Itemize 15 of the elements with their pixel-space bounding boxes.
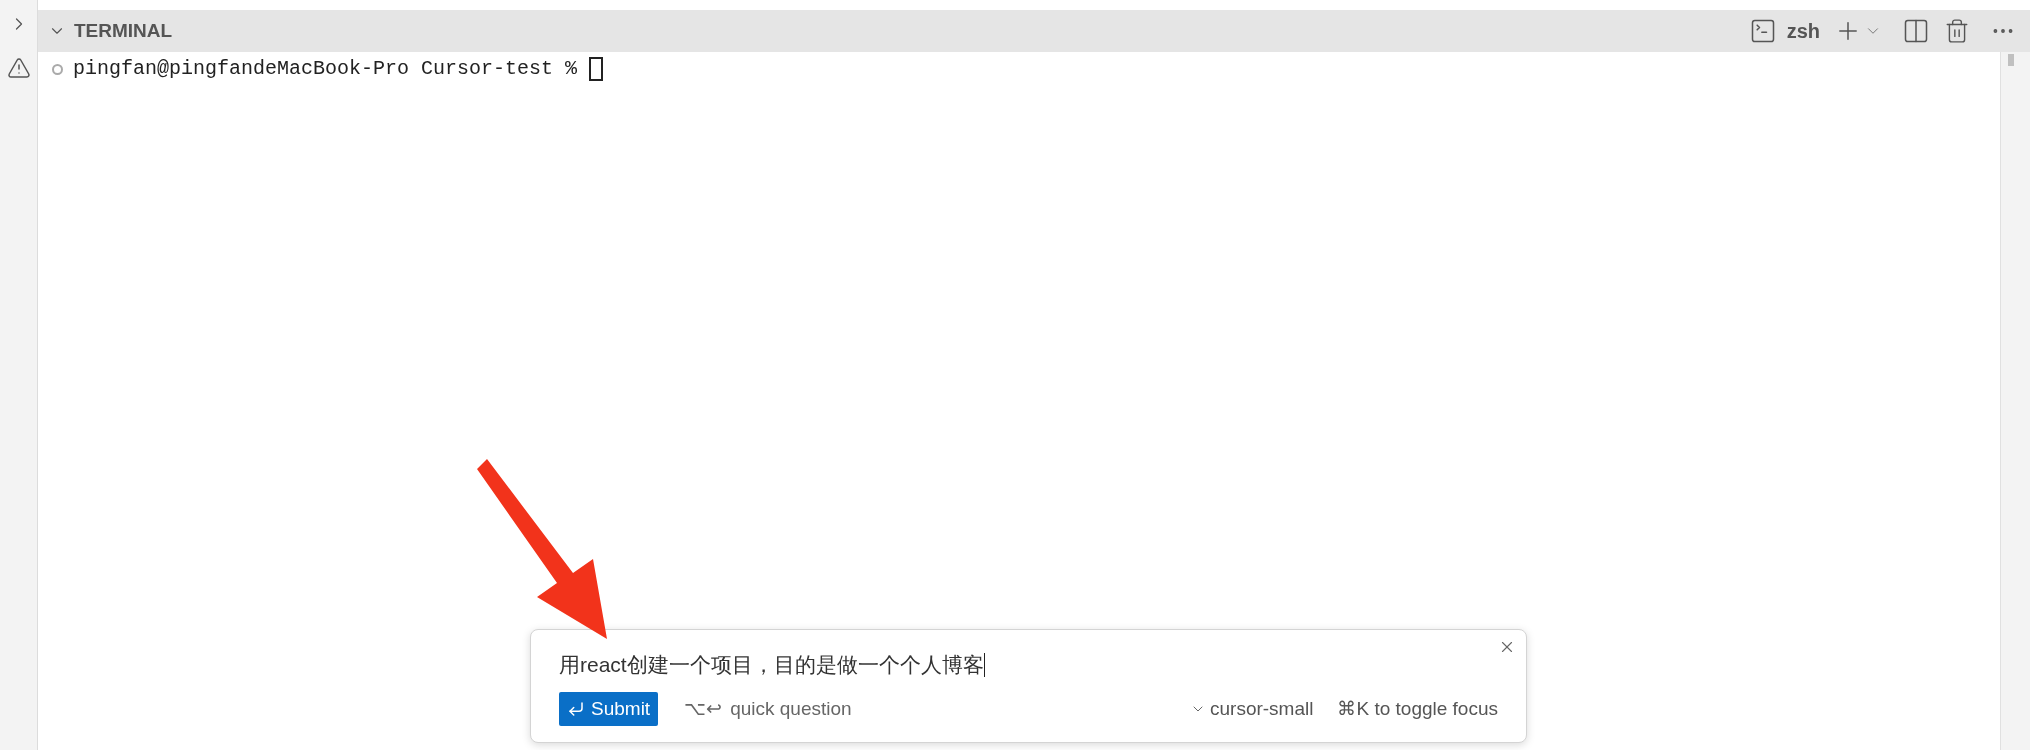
model-selector[interactable]: cursor-small: [1210, 694, 1314, 724]
prompt-input[interactable]: 用react创建一个项目，目的是做一个个人博客: [559, 650, 1498, 680]
submit-button[interactable]: Submit: [559, 692, 659, 726]
enter-icon: [567, 700, 585, 718]
shell-name[interactable]: zsh: [1786, 16, 1820, 46]
split-icon[interactable]: [1902, 17, 1930, 45]
terminal-cursor: [589, 57, 604, 81]
quick-question-keys: ⌥↩: [684, 694, 723, 724]
focus-hint: ⌘K to toggle focus: [1337, 696, 1498, 721]
quick-question-label: quick question: [730, 696, 852, 721]
warning-icon[interactable]: [6, 56, 31, 80]
scrollbar-thumb[interactable]: [2007, 54, 2014, 66]
panel-title: TERMINAL: [74, 18, 173, 43]
trash-icon[interactable]: [1944, 18, 1970, 44]
terminal-prompt: pingfan@pingfandeMacBook-Pro Cursor-test %: [73, 56, 578, 82]
